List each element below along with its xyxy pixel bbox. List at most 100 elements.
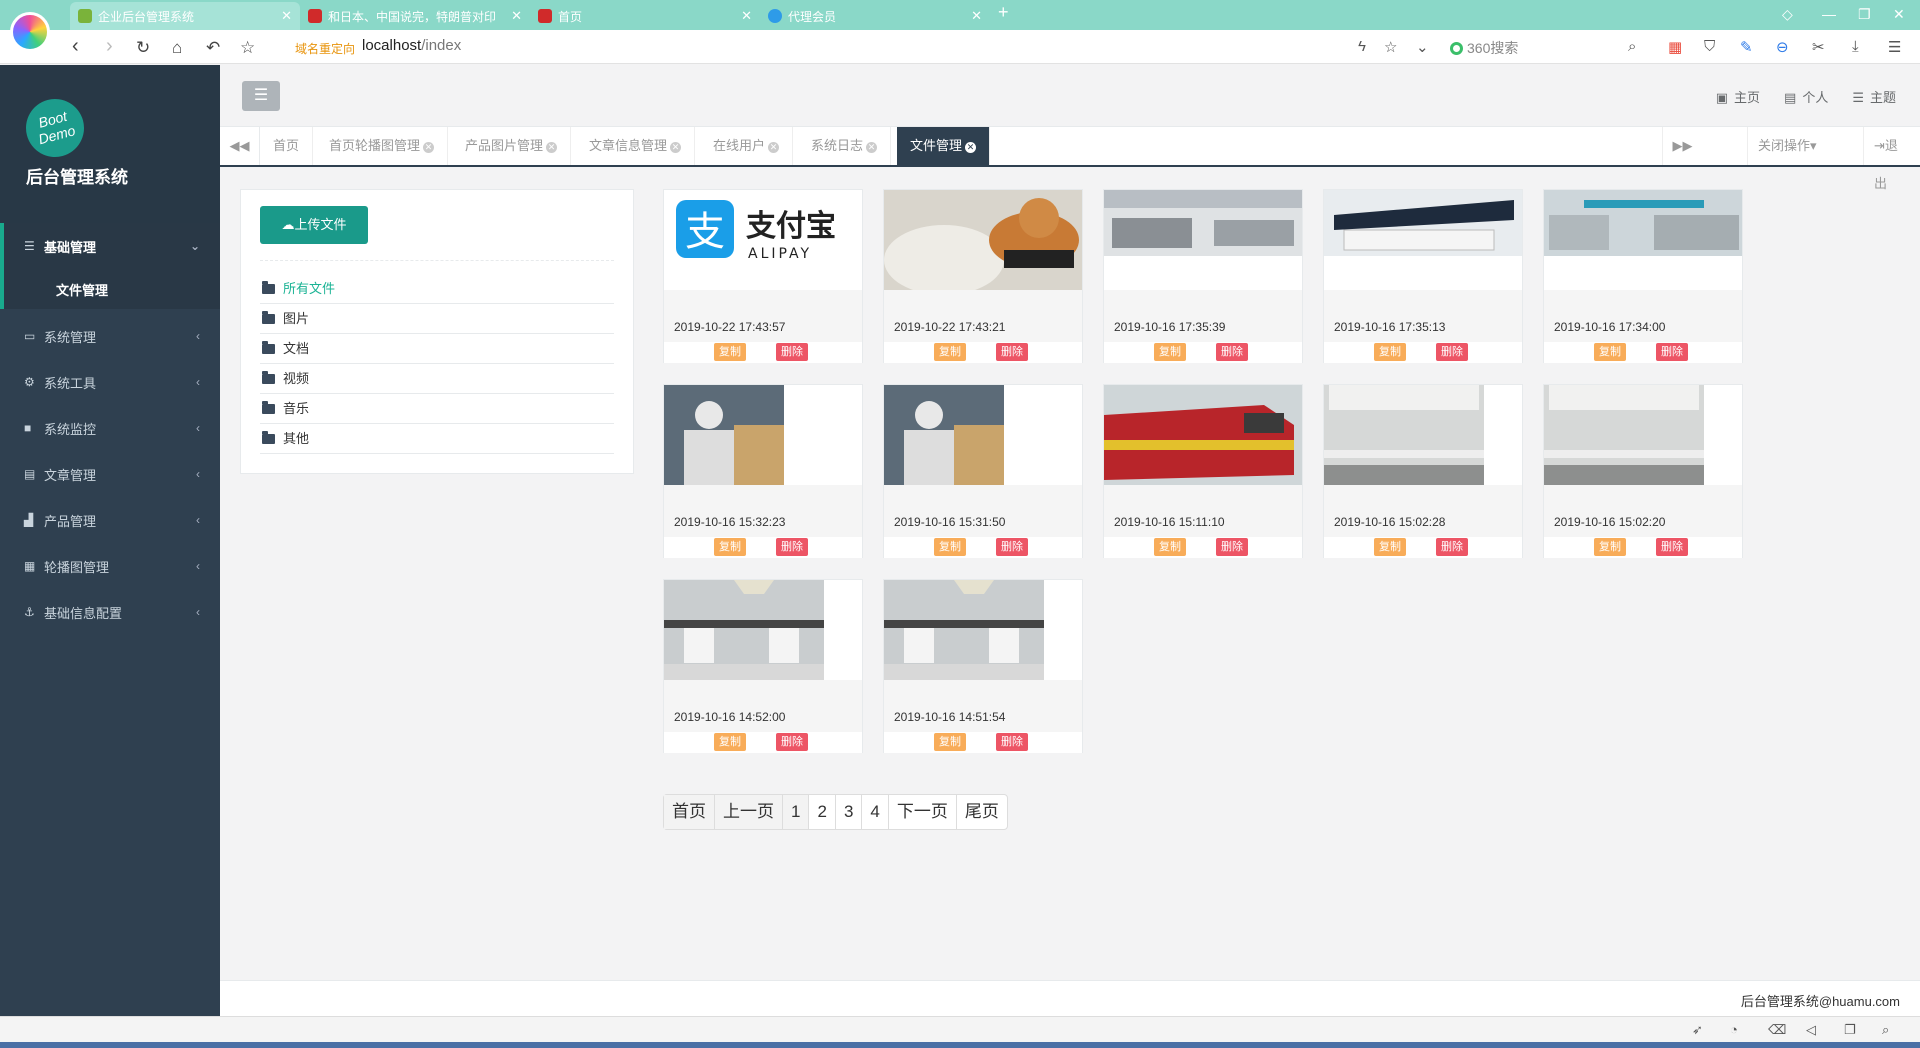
file-card[interactable]: 2019-10-16 17:35:39 复制 删除	[1103, 189, 1303, 363]
page-last[interactable]: 尾页	[957, 795, 1007, 829]
copy-button[interactable]: 复制	[1154, 343, 1186, 361]
file-card[interactable]: 2019-10-16 15:32:23 复制 删除	[663, 384, 863, 558]
scroll-tabs-left-icon[interactable]: ◀◀	[220, 127, 260, 165]
tab-articles[interactable]: 文章信息管理 ✕	[576, 127, 696, 165]
file-card[interactable]: 2019-10-16 15:11:10 复制 删除	[1103, 384, 1303, 558]
copy-button[interactable]: 复制	[934, 343, 966, 361]
copy-button[interactable]: 复制	[714, 538, 746, 556]
file-card[interactable]: 2019-10-16 14:51:54 复制 删除	[883, 579, 1083, 753]
minimize-icon[interactable]: —	[1822, 6, 1836, 22]
logout-button[interactable]: ⇥退出	[1863, 127, 1920, 191]
close-tab-icon[interactable]: ✕	[546, 142, 558, 153]
lightning-icon[interactable]: ϟ	[1358, 38, 1366, 55]
sidebar-item-monitor[interactable]: ■ 系统监控 ‹	[0, 405, 220, 451]
close-tab-icon[interactable]: ✕	[511, 8, 522, 24]
copy-button[interactable]: 复制	[934, 733, 966, 751]
file-thumbnail[interactable]	[884, 385, 1082, 485]
file-thumbnail[interactable]: 支支付宝 ALIPAY	[664, 190, 862, 290]
sidebar-item-carousel[interactable]: ▦ 轮播图管理 ‹	[0, 543, 220, 589]
close-window-icon[interactable]: ✕	[1893, 6, 1905, 23]
undo-icon[interactable]: ↶	[206, 38, 220, 58]
favorite-star-icon[interactable]: ☆	[240, 38, 255, 58]
bookmark-star-icon[interactable]: ☆	[1384, 38, 1397, 56]
delete-button[interactable]: 删除	[776, 538, 808, 556]
close-tab-icon[interactable]: ✕	[965, 142, 977, 153]
browser-tab-home[interactable]: 首页 ✕	[530, 2, 760, 30]
sidebar-item-tools[interactable]: ⚙ 系统工具 ‹	[0, 359, 220, 405]
copy-button[interactable]: 复制	[714, 733, 746, 751]
sidebar-item-config[interactable]: ⚓ 基础信息配置 ‹	[0, 589, 220, 635]
reload-icon[interactable]: ↻	[136, 38, 150, 58]
sidebar-subitem-file-manage[interactable]: 文件管理	[0, 269, 220, 309]
file-thumbnail[interactable]	[1324, 385, 1522, 485]
page-4[interactable]: 4	[862, 795, 889, 829]
sidebar-item-products[interactable]: ▟ 产品管理 ‹	[0, 497, 220, 543]
copy-button[interactable]: 复制	[1374, 538, 1406, 556]
apps-icon[interactable]: ▦	[1668, 38, 1682, 56]
pen-icon[interactable]: ✎	[1740, 38, 1753, 56]
file-thumbnail[interactable]	[884, 580, 1082, 680]
download-icon[interactable]: ⤓	[1852, 38, 1859, 55]
sidebar-item-articles[interactable]: ▤ 文章管理 ‹	[0, 451, 220, 497]
sidebar-item-basic[interactable]: ☰ 基础管理 ⌄	[0, 223, 220, 269]
minus-circle-icon[interactable]: ⊖	[1776, 38, 1789, 56]
delete-button[interactable]: 删除	[1656, 538, 1688, 556]
sidebar-item-system[interactable]: ▭ 系统管理 ‹	[0, 313, 220, 359]
copy-button[interactable]: 复制	[1374, 343, 1406, 361]
top-link-profile[interactable]: ▤ 个人	[1784, 87, 1828, 106]
tab-file-manage[interactable]: 文件管理 ✕	[897, 127, 991, 165]
delete-button[interactable]: 删除	[1436, 538, 1468, 556]
page-first[interactable]: 首页	[664, 795, 715, 829]
delete-button[interactable]: 删除	[996, 538, 1028, 556]
tab-product-images[interactable]: 产品图片管理 ✕	[452, 127, 572, 165]
zoom-icon[interactable]: ⌕	[1882, 1022, 1889, 1038]
file-thumbnail[interactable]	[1544, 385, 1742, 485]
back-icon[interactable]: ‹	[72, 36, 79, 56]
close-tab-icon[interactable]: ✕	[866, 142, 878, 153]
close-tab-icon[interactable]: ✕	[423, 142, 435, 153]
file-card[interactable]: 2019-10-16 14:52:00 复制 删除	[663, 579, 863, 753]
page-next[interactable]: 下一页	[889, 795, 957, 829]
delete-button[interactable]: 删除	[1216, 343, 1248, 361]
browser-tab-news[interactable]: 和日本、中国说完，特朗普对印 ✕	[300, 2, 530, 30]
close-operations-dropdown[interactable]: 关闭操作▾	[1747, 127, 1863, 165]
home-icon[interactable]: ⌂	[172, 38, 182, 58]
file-card[interactable]: 2019-10-16 15:02:20 复制 删除	[1543, 384, 1743, 558]
delete-button[interactable]: 删除	[776, 343, 808, 361]
search-icon[interactable]: ⌕	[1628, 38, 1636, 55]
rocket-icon[interactable]: ➶	[1692, 1022, 1703, 1038]
top-link-home[interactable]: ▣ 主页	[1716, 87, 1760, 106]
browser-logo[interactable]	[10, 12, 50, 52]
close-tab-icon[interactable]: ✕	[281, 8, 292, 24]
copy-button[interactable]: 复制	[1154, 538, 1186, 556]
folder-images[interactable]: 图片	[260, 304, 614, 334]
copy-button[interactable]: 复制	[714, 343, 746, 361]
delete-button[interactable]: 删除	[1216, 538, 1248, 556]
delete-button[interactable]: 删除	[1436, 343, 1468, 361]
copy-button[interactable]: 复制	[1594, 538, 1626, 556]
chevron-down-icon[interactable]: ⌄	[1416, 38, 1429, 56]
forward-icon[interactable]: ›	[106, 36, 113, 56]
page-prev[interactable]: 上一页	[715, 795, 783, 829]
file-thumbnail[interactable]	[1104, 190, 1302, 290]
folder-documents[interactable]: 文档	[260, 334, 614, 364]
delete-button[interactable]: 删除	[1656, 343, 1688, 361]
tab-system-log[interactable]: 系统日志 ✕	[798, 127, 892, 165]
delete-button[interactable]: 删除	[776, 733, 808, 751]
close-tab-icon[interactable]: ✕	[971, 8, 982, 24]
file-thumbnail[interactable]	[1104, 385, 1302, 485]
menu-icon[interactable]: ☰	[1888, 38, 1901, 56]
trash-icon[interactable]: ⌫	[1768, 1022, 1786, 1038]
speed-icon[interactable]: ◔	[1730, 1022, 1738, 1037]
shirt-icon[interactable]: ◇	[1782, 6, 1793, 23]
folder-other[interactable]: 其他	[260, 424, 614, 454]
copy-button[interactable]: 复制	[1594, 343, 1626, 361]
file-thumbnail[interactable]	[1324, 190, 1522, 290]
toggle-sidebar-button[interactable]: ☰	[242, 81, 280, 111]
scissors-icon[interactable]: ✂	[1812, 38, 1825, 56]
close-tab-icon[interactable]: ✕	[670, 142, 682, 153]
page-3[interactable]: 3	[836, 795, 863, 829]
file-thumbnail[interactable]	[884, 190, 1082, 290]
url-field[interactable]: localhost/index	[362, 37, 461, 54]
volume-icon[interactable]: ◁	[1806, 1022, 1816, 1038]
